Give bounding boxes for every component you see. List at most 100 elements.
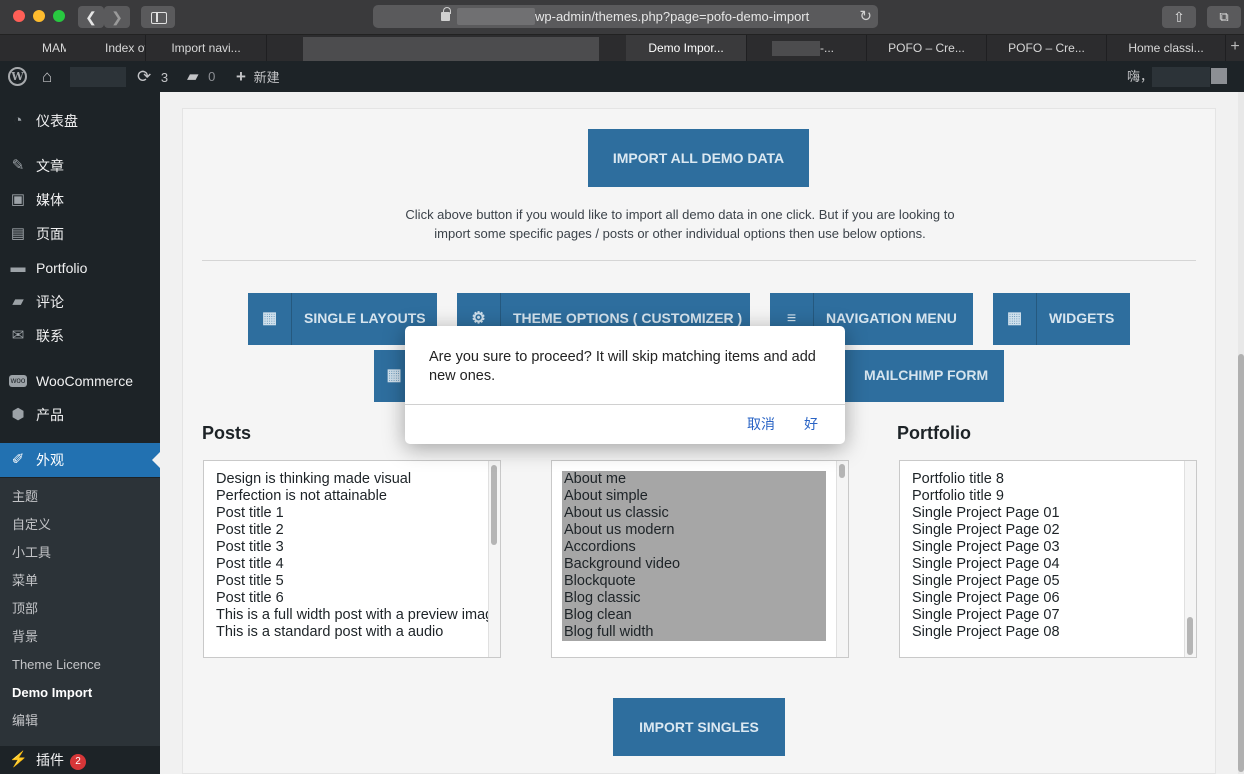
list-item[interactable]: Perfection is not attainable bbox=[216, 488, 500, 505]
tab[interactable]: Import navi... bbox=[146, 35, 267, 61]
list-item[interactable]: Post title 1 bbox=[216, 505, 500, 522]
sidebar-item-portfolio[interactable]: ▬ Portfolio bbox=[0, 251, 160, 285]
scrollbar-thumb[interactable] bbox=[839, 464, 845, 478]
submenu-item-theme-licence[interactable]: Theme Licence bbox=[12, 651, 101, 679]
list-item[interactable]: Post title 6 bbox=[216, 590, 500, 607]
share-button[interactable]: ⇧ bbox=[1162, 6, 1196, 28]
list-item[interactable]: Single Project Page 04 bbox=[912, 556, 1060, 573]
tab-active[interactable]: Demo Impor... bbox=[626, 35, 747, 61]
portfolio-listbox[interactable]: Portfolio title 8 Portfolio title 9 Sing… bbox=[899, 460, 1197, 658]
list-item[interactable]: Blog full width bbox=[564, 624, 826, 641]
list-item[interactable]: Single Project Page 03 bbox=[912, 539, 1060, 556]
list-item[interactable]: Single Project Page 06 bbox=[912, 590, 1060, 607]
product-icon: ⬢ bbox=[11, 406, 25, 423]
list-item[interactable]: Single Project Page 01 bbox=[912, 505, 1060, 522]
list-item[interactable]: Post title 4 bbox=[216, 556, 500, 573]
list-item[interactable]: Post title 2 bbox=[216, 522, 500, 539]
sidebar-item-plugins[interactable]: ⚡ 插件 2 bbox=[0, 743, 160, 774]
tab[interactable]: POFO – Cre... bbox=[867, 35, 987, 61]
button-label: MAILCHIMP FORM bbox=[864, 367, 989, 383]
new-tab-button[interactable]: + bbox=[1226, 35, 1244, 61]
list-item[interactable]: Blockquote bbox=[564, 573, 826, 590]
submenu-item-customize[interactable]: 自定义 bbox=[12, 511, 51, 539]
list-item[interactable]: About us modern bbox=[564, 522, 826, 539]
sidebar-item-comments[interactable]: ▰ 评论 bbox=[0, 285, 160, 319]
list-item[interactable]: Post title 3 bbox=[216, 539, 500, 556]
scrollbar[interactable] bbox=[488, 461, 500, 657]
widgets-button[interactable]: ▦ WIDGETS bbox=[993, 293, 1130, 345]
list-item[interactable]: About simple bbox=[564, 488, 826, 505]
comments-link[interactable]: ▰ 0 bbox=[187, 61, 215, 92]
forward-button[interactable]: ❯ bbox=[104, 6, 130, 28]
list-item[interactable]: Single Project Page 08 bbox=[912, 624, 1060, 641]
close-window-button[interactable] bbox=[13, 10, 25, 22]
tab[interactable]: Home classi... bbox=[1107, 35, 1226, 61]
greeting[interactable]: 嗨， bbox=[1127, 61, 1153, 92]
list-item[interactable]: Post title 5 bbox=[216, 573, 500, 590]
sidebar-item-woocommerce[interactable]: woo WooCommerce bbox=[0, 364, 160, 398]
sidebar-item-label: 仪表盘 bbox=[36, 113, 78, 129]
cancel-button[interactable]: 取消 bbox=[747, 414, 775, 434]
confirm-dialog: Are you sure to proceed? It will skip ma… bbox=[405, 326, 845, 444]
page-scrollbar-thumb[interactable] bbox=[1238, 354, 1244, 772]
submenu-item-menus[interactable]: 菜单 bbox=[12, 567, 38, 595]
address-bar[interactable]: wp-admin/themes.php?page=pofo-demo-impor… bbox=[373, 5, 878, 28]
scrollbar-thumb[interactable] bbox=[1187, 617, 1193, 655]
sidebar-item-appearance[interactable]: ✐ 外观 bbox=[0, 443, 160, 477]
submenu-item-widgets[interactable]: 小工具 bbox=[12, 539, 51, 567]
updates-link[interactable]: ⟳ 3 bbox=[137, 61, 168, 92]
show-tabs-button[interactable]: ⧉ bbox=[1207, 6, 1241, 28]
submenu-item-header[interactable]: 顶部 bbox=[12, 595, 38, 623]
import-singles-button[interactable]: IMPORT SINGLES bbox=[613, 698, 785, 756]
list-item[interactable]: Portfolio title 9 bbox=[912, 488, 1060, 505]
ok-button[interactable]: 好 bbox=[804, 414, 818, 434]
posts-listbox[interactable]: Design is thinking made visual Perfectio… bbox=[203, 460, 501, 658]
pages-listbox[interactable]: About me About simple About us classic A… bbox=[551, 460, 849, 658]
submenu-item-themes[interactable]: 主题 bbox=[12, 483, 38, 511]
scrollbar[interactable] bbox=[836, 461, 848, 657]
submenu-item-editor[interactable]: 编辑 bbox=[12, 707, 38, 735]
tab[interactable]: POFO – Cre... bbox=[987, 35, 1107, 61]
tab[interactable]: MAM Index of bbox=[0, 35, 146, 61]
page-scrollbar[interactable] bbox=[1238, 92, 1244, 774]
list-item[interactable]: Background video bbox=[564, 556, 826, 573]
list-item[interactable]: Portfolio title 8 bbox=[912, 471, 1060, 488]
scrollbar[interactable] bbox=[1184, 461, 1196, 657]
list-item[interactable]: About us classic bbox=[564, 505, 826, 522]
list-item[interactable]: Accordions bbox=[564, 539, 826, 556]
avatar[interactable] bbox=[1211, 68, 1227, 84]
sidebar-item-label: 外观 bbox=[36, 452, 64, 468]
list-item[interactable]: Blog classic bbox=[564, 590, 826, 607]
scrollbar-thumb[interactable] bbox=[491, 465, 497, 545]
sidebar-item-media[interactable]: ▣ 媒体 bbox=[0, 183, 160, 217]
list-item[interactable]: Single Project Page 02 bbox=[912, 522, 1060, 539]
mailchimp-form-button[interactable]: MAILCHIMP FORM bbox=[840, 350, 1004, 402]
submenu-item-demo-import[interactable]: Demo Import bbox=[12, 679, 92, 707]
list-item[interactable]: This is a full width post with a preview… bbox=[216, 607, 500, 624]
redacted-username[interactable] bbox=[1152, 67, 1210, 87]
sidebar-item-pages[interactable]: ▤ 页面 bbox=[0, 217, 160, 251]
list-item[interactable]: Blog clean bbox=[564, 607, 826, 624]
zoom-window-button[interactable] bbox=[53, 10, 65, 22]
tab[interactable]: -... bbox=[747, 35, 867, 61]
wordpress-logo-icon[interactable]: W bbox=[8, 67, 27, 86]
list-item[interactable]: Single Project Page 07 bbox=[912, 607, 1060, 624]
sidebar-item-dashboard[interactable]: ◔ 仪表盘 bbox=[0, 104, 160, 138]
import-all-demo-data-button[interactable]: IMPORT ALL DEMO DATA bbox=[588, 129, 809, 187]
list-item[interactable]: Single Project Page 05 bbox=[912, 573, 1060, 590]
list-item[interactable]: This is a standard post with a audio bbox=[216, 624, 500, 641]
list-item[interactable]: Design is thinking made visual bbox=[216, 471, 500, 488]
sidebar-item-products[interactable]: ⬢ 产品 bbox=[0, 398, 160, 432]
redacted-site-name[interactable] bbox=[70, 67, 126, 87]
wp-admin-sidebar: ◔ 仪表盘 ✎ 文章 ▣ 媒体 ▤ 页面 ▬ Portfolio ▰ 评论 ✉ 联系 woo W… bbox=[0, 92, 160, 774]
sidebar-item-contact[interactable]: ✉ 联系 bbox=[0, 319, 160, 353]
sidebar-toggle-button[interactable] bbox=[141, 6, 175, 28]
submenu-item-background[interactable]: 背景 bbox=[12, 623, 38, 651]
new-content-link[interactable]: + 新建 bbox=[236, 61, 280, 92]
back-button[interactable]: ❮ bbox=[78, 6, 104, 28]
reload-icon[interactable]: ↻ bbox=[859, 5, 872, 28]
home-icon[interactable]: ⌂ bbox=[42, 61, 52, 92]
list-item[interactable]: About me bbox=[564, 471, 826, 488]
sidebar-item-posts[interactable]: ✎ 文章 bbox=[0, 149, 160, 183]
minimize-window-button[interactable] bbox=[33, 10, 45, 22]
